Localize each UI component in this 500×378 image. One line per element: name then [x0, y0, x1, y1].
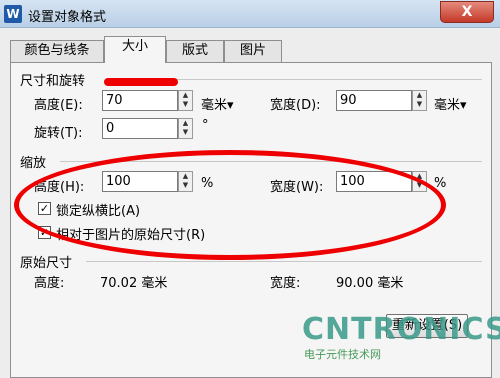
- rotate-unit: °: [202, 118, 209, 133]
- height-label: 高度(E):: [34, 98, 83, 113]
- wps-logo-icon: W: [4, 5, 22, 23]
- original-height-value: 70.02 毫米: [100, 276, 168, 291]
- section-original-size: 原始尺寸: [20, 256, 73, 271]
- red-underline-annotation: [104, 78, 178, 86]
- down-arrow-icon[interactable]: ▼: [179, 100, 192, 109]
- tab-colors-lines[interactable]: 颜色与线条: [10, 40, 104, 62]
- up-arrow-icon[interactable]: ▲: [179, 91, 192, 100]
- original-height-label: 高度:: [34, 276, 65, 291]
- width-input[interactable]: 90: [336, 90, 412, 111]
- rotate-stepper[interactable]: ▲ ▼: [178, 118, 193, 139]
- width-label: 宽度(D):: [270, 98, 321, 113]
- width-unit-select[interactable]: 毫米▾: [434, 94, 467, 113]
- tab-layout[interactable]: 版式: [166, 40, 224, 62]
- height-stepper[interactable]: ▲ ▼: [178, 90, 193, 111]
- section-size-rotate: 尺寸和旋转: [20, 74, 86, 89]
- tab-picture[interactable]: 图片: [224, 40, 282, 62]
- red-circle-annotation: [14, 150, 446, 260]
- title-bar: W 设置对象格式 X: [0, 0, 500, 28]
- height-unit-select[interactable]: 毫米▾: [201, 94, 234, 113]
- cntronics-watermark-logo: CNTRONICS: [302, 312, 500, 347]
- rotate-input[interactable]: 0: [102, 118, 178, 139]
- rotate-label: 旋转(T):: [34, 126, 83, 141]
- up-arrow-icon[interactable]: ▲: [179, 119, 192, 128]
- divider: [86, 261, 482, 262]
- window-title: 设置对象格式: [28, 10, 107, 25]
- original-width-value: 90.00 毫米: [336, 276, 404, 291]
- width-stepper[interactable]: ▲ ▼: [412, 90, 427, 111]
- original-width-label: 宽度:: [270, 276, 301, 291]
- down-arrow-icon[interactable]: ▼: [179, 128, 192, 137]
- down-arrow-icon[interactable]: ▼: [413, 100, 426, 109]
- watermark-subtitle: 电子元件技术网: [304, 348, 381, 361]
- tab-size[interactable]: 大小: [104, 36, 166, 63]
- close-button[interactable]: X: [440, 1, 494, 23]
- section-scale: 缩放: [20, 156, 47, 171]
- height-input[interactable]: 70: [102, 90, 178, 111]
- up-arrow-icon[interactable]: ▲: [413, 91, 426, 100]
